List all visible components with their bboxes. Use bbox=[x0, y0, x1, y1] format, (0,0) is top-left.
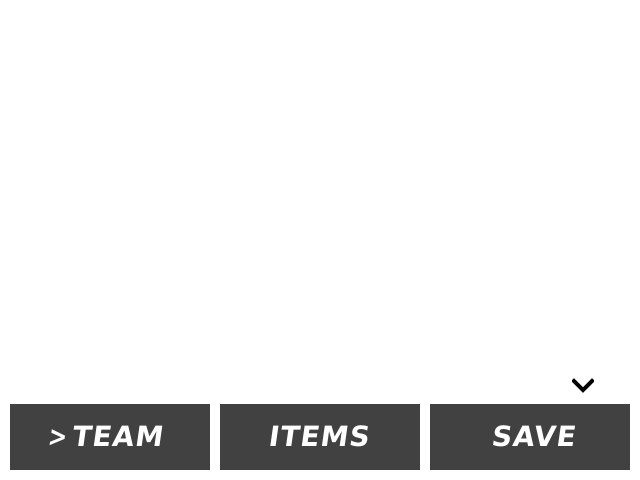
team-label-text: TEAM bbox=[70, 420, 167, 453]
pause-menu-bar: >TEAM ITEMS SAVE bbox=[10, 404, 630, 470]
items-menu-button[interactable]: ITEMS bbox=[220, 404, 420, 470]
team-menu-label: >TEAM bbox=[44, 420, 167, 453]
game-screen: >TEAM ITEMS SAVE bbox=[0, 0, 640, 480]
items-menu-label: ITEMS bbox=[266, 420, 374, 453]
selection-cursor: > bbox=[46, 420, 71, 453]
team-menu-button[interactable]: >TEAM bbox=[10, 404, 210, 470]
save-menu-button[interactable]: SAVE bbox=[430, 404, 630, 470]
save-menu-label: SAVE bbox=[489, 420, 579, 453]
chevron-down-icon bbox=[572, 378, 594, 393]
